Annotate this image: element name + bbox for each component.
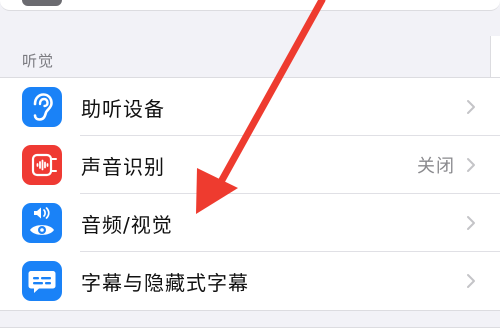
ear-icon [22, 87, 62, 127]
previous-row-icon-stub [22, 0, 62, 6]
row-value-status: 关闭 [417, 156, 455, 177]
previous-settings-group [0, 0, 500, 11]
row-label: 音频/视觉 [81, 213, 173, 237]
next-settings-group [0, 327, 500, 333]
speaker-eye-icon [22, 203, 62, 243]
hearing-settings-group: 助听设备 声音识别 关闭 音频/视觉 字幕与隐藏式字幕 [0, 77, 500, 311]
sound-waveform-icon [22, 145, 62, 185]
chevron-right-icon [467, 274, 475, 288]
row-subtitles-captioning[interactable]: 字幕与隐藏式字幕 [0, 252, 500, 310]
chevron-right-icon [467, 100, 475, 114]
row-hearing-devices[interactable]: 助听设备 [0, 78, 500, 136]
row-audio-visual[interactable]: 音频/视觉 [0, 194, 500, 252]
row-label: 声音识别 [81, 155, 165, 179]
caption-bubble-icon [22, 261, 62, 301]
chevron-right-icon [467, 158, 475, 172]
row-sound-recognition[interactable]: 声音识别 关闭 [0, 136, 500, 194]
edge-fragment [490, 36, 500, 80]
section-header-hearing: 听觉 [22, 52, 55, 70]
chevron-right-icon [467, 216, 475, 230]
row-label: 字幕与隐藏式字幕 [81, 271, 249, 295]
row-label: 助听设备 [81, 97, 165, 121]
